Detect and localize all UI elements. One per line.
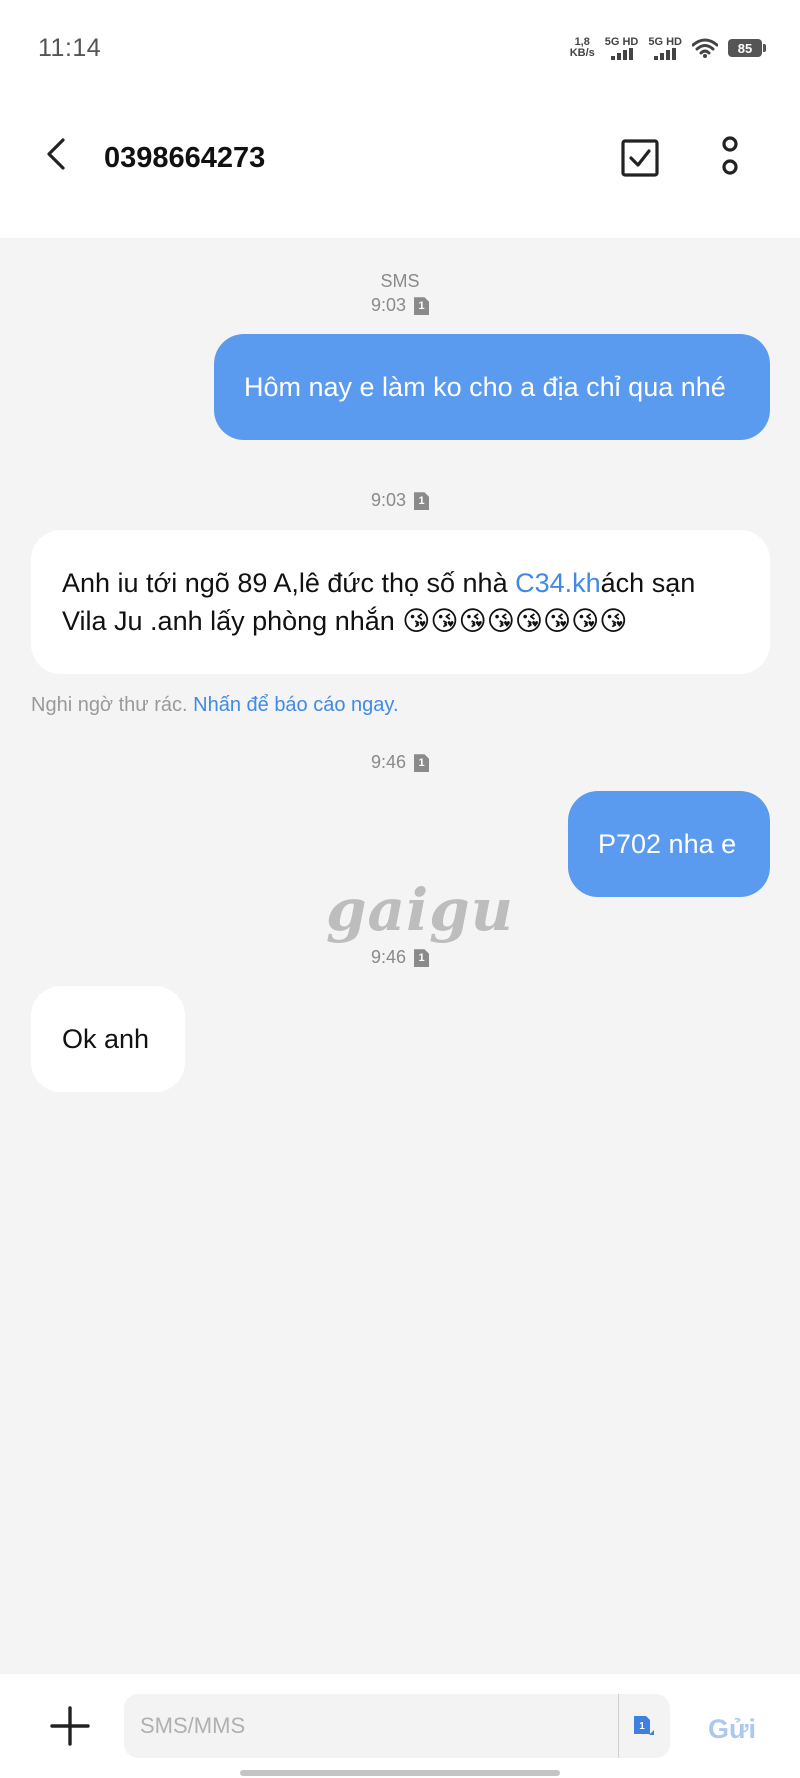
watermark: gaigu xyxy=(326,876,514,944)
sim-card-icon: 1 xyxy=(414,492,430,511)
sim2-network-label: 5G HD xyxy=(648,36,682,48)
message-timestamp: 9:03 1 xyxy=(0,490,800,511)
signal-icon: 5G HD xyxy=(648,36,682,60)
channel-label: SMS xyxy=(380,271,420,291)
battery-level: 85 xyxy=(737,40,753,56)
network-speed-unit: KB/s xyxy=(569,47,595,59)
outgoing-message-bubble[interactable]: Hôm nay e làm ko cho a địa chỉ qua nhé xyxy=(214,334,770,440)
more-vertical-icon xyxy=(722,136,738,175)
sim1-network-label: 5G HD xyxy=(604,36,639,48)
contact-number: 0398664273 xyxy=(104,142,266,174)
report-spam-link[interactable]: Nhấn để báo cáo ngay xyxy=(193,694,393,716)
status-bar: 11:14 1,8 KB/s 5G HD 5G HD 85 xyxy=(0,0,800,100)
battery-icon: 85 xyxy=(728,39,766,57)
message-timestamp: 9:03 1 xyxy=(0,295,800,316)
checkbox-icon xyxy=(621,139,659,177)
message-link[interactable]: C34.kh xyxy=(515,568,601,598)
spam-notice-text: Nghi ngờ thư rác. xyxy=(31,694,188,716)
message-text: Ok anh xyxy=(62,1024,150,1054)
sim-card-icon: 1 xyxy=(414,297,430,316)
sim-card-icon: 1 xyxy=(414,949,430,968)
divider xyxy=(618,1694,619,1758)
status-time: 11:14 xyxy=(38,34,102,62)
message-text: P702 nha e xyxy=(598,829,737,859)
message-text: Anh iu tới ngõ 89 A,lê đức thọ số nhà C3… xyxy=(62,568,696,636)
svg-text:1: 1 xyxy=(639,1721,645,1732)
message-text: Hôm nay e làm ko cho a địa chỉ qua nhé xyxy=(244,372,726,402)
home-indicator[interactable] xyxy=(240,1770,560,1776)
message-timestamp: 9:46 1 xyxy=(0,947,800,968)
network-speed: 1,8 KB/s xyxy=(570,37,595,59)
back-arrow-icon xyxy=(47,138,65,170)
send-button[interactable]: Gửi xyxy=(708,1714,756,1745)
message-list: SMS 9:03 1 Hôm nay e làm ko cho a địa chỉ… xyxy=(0,238,800,1674)
incoming-message-bubble[interactable]: Anh iu tới ngõ 89 A,lê đức thọ số nhà C3… xyxy=(31,530,770,674)
message-input[interactable] xyxy=(140,1694,610,1758)
plus-icon xyxy=(50,1706,90,1746)
status-icons: 1,8 KB/s 5G HD 5G HD 85 xyxy=(570,34,766,62)
more-options-button[interactable] xyxy=(712,134,748,182)
conversation-header: 0398664273 xyxy=(0,100,800,238)
message-input-box: 1 xyxy=(124,1694,670,1758)
back-button[interactable] xyxy=(36,134,76,174)
message-composer: 1 Gửi xyxy=(0,1674,800,1778)
incoming-message-bubble[interactable]: Ok anh xyxy=(31,986,185,1092)
select-messages-button[interactable] xyxy=(618,136,662,180)
sim-switch-button[interactable]: 1 xyxy=(632,1714,656,1738)
attach-button[interactable] xyxy=(48,1704,92,1748)
message-timestamp: 9:46 1 xyxy=(0,752,800,773)
spam-warning: Nghi ngờ thư rác. Nhấn để báo cáo ngay. xyxy=(31,694,399,716)
signal-icon: 5G HD xyxy=(604,36,639,60)
sim-card-icon: 1 xyxy=(634,1716,654,1735)
outgoing-message-bubble[interactable]: P702 nha e xyxy=(568,791,770,897)
sim-card-icon: 1 xyxy=(414,754,430,773)
wifi-icon xyxy=(692,38,718,58)
